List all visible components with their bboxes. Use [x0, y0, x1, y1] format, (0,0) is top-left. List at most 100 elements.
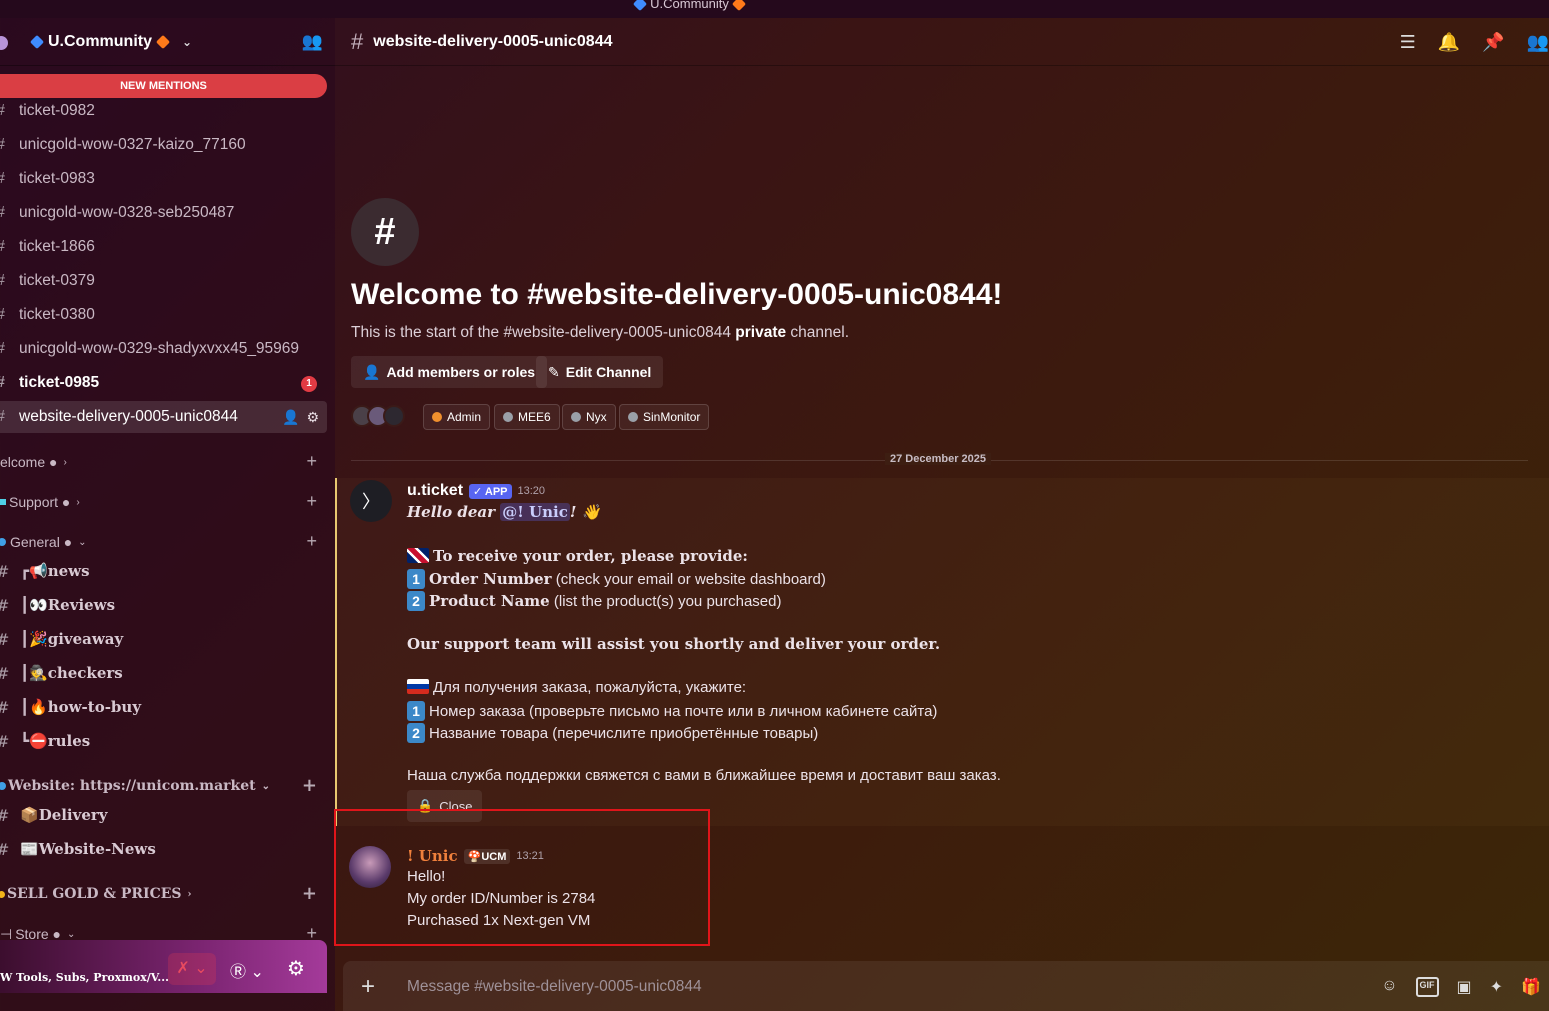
ticket-icon: 〉	[362, 492, 380, 512]
plus-icon[interactable]: +	[306, 451, 317, 472]
channel-label: ticket-1866	[19, 238, 95, 255]
role-chip-nyx[interactable]: Nyx	[562, 404, 616, 430]
category-label: elcome ●	[0, 454, 58, 470]
subtitle-text: This is the start of the #website-delive…	[351, 324, 736, 341]
emoji-icon[interactable]: ☺	[1381, 977, 1397, 997]
edit-channel-button[interactable]: ✎ Edit Channel	[536, 356, 664, 388]
sticker-icon[interactable]: ▣	[1457, 977, 1472, 997]
member-avatars[interactable]	[351, 405, 405, 427]
role-chip-admin[interactable]: Admin	[423, 404, 491, 430]
megaphone-icon: 📢	[29, 562, 48, 580]
gift-icon[interactable]: 🎁	[1521, 977, 1541, 997]
hash-icon: #	[0, 664, 9, 683]
avatar[interactable]: 〉	[350, 480, 392, 522]
thread-hash-icon: #	[0, 840, 9, 859]
add-members-button[interactable]: 👤 Add members or roles	[351, 356, 548, 388]
message-author[interactable]: u.ticket	[407, 482, 463, 500]
sidebar-channel[interactable]: # ticket-0380	[0, 299, 327, 331]
message-composer[interactable]: + Message #website-delivery-0005-unic084…	[343, 961, 1549, 1011]
party-icon: 🎉	[29, 630, 48, 648]
message-line: 1 Order Number (check your email or websi…	[407, 569, 826, 589]
window-title: U.Community	[650, 0, 729, 11]
channel-label: Delivery	[38, 806, 108, 824]
category-website[interactable]: Website: https://unicom.market ⌄ +	[0, 775, 327, 797]
plus-icon[interactable]: +	[302, 883, 317, 904]
chevron-right-icon: ›	[76, 496, 80, 508]
sidebar-channel[interactable]: # ticket-0983	[0, 163, 327, 195]
headphones-icon[interactable]: Ⓡ ⌄	[230, 958, 264, 982]
thread-hash-icon: #	[0, 306, 5, 324]
sidebar-channel-active[interactable]: # website-delivery-0005-unic0844 👤 ⚙	[0, 401, 327, 433]
no-entry-icon: ⛔	[29, 732, 48, 750]
greeting-text: Hello dear	[407, 503, 501, 521]
server-header[interactable]: U.Community ⌄ 👥	[0, 18, 335, 66]
sidebar-channel[interactable]: # ticket-1866	[0, 231, 327, 263]
message-text: (check your email or website dashboard)	[551, 571, 826, 588]
sidebar-channel[interactable]: # unicgold-wow-0328-seb250487	[0, 197, 327, 229]
sidebar-channel-rules[interactable]: #┗⛔rules	[0, 726, 327, 756]
channel-label: ticket-0380	[19, 306, 95, 323]
gif-icon[interactable]: GIF	[1415, 977, 1439, 997]
gear-icon[interactable]: ⚙	[306, 409, 319, 426]
bell-icon[interactable]: 🔔	[1438, 32, 1460, 53]
threads-icon[interactable]: ☰	[1400, 32, 1416, 53]
plus-icon[interactable]: +	[302, 775, 317, 796]
sidebar-channel-reviews[interactable]: #┃👀Reviews	[0, 590, 327, 620]
channel-label: Reviews	[47, 596, 116, 614]
category-label: General ●	[10, 534, 73, 550]
channel-label: unicgold-wow-0328-seb250487	[19, 204, 235, 221]
role-chip-sinmonitor[interactable]: SinMonitor	[619, 404, 710, 430]
category-general[interactable]: General ● ⌄ +	[0, 531, 327, 553]
sidebar-channel[interactable]: # ticket-0982	[0, 95, 327, 127]
sidebar-channel-news[interactable]: #┏📢news	[0, 556, 327, 586]
sidebar-channel[interactable]: # ticket-0379	[0, 265, 327, 297]
plus-icon[interactable]: +	[306, 491, 317, 512]
eyes-icon: 👀	[29, 596, 48, 614]
members-icon[interactable]: 👥	[1527, 32, 1549, 53]
chat-header: # website-delivery-0005-unic0844 ☰ 🔔 📌 👥	[335, 18, 1549, 66]
channel-label: unicgold-wow-0327-kaizo_77160	[19, 136, 246, 153]
thread-hash-icon: #	[0, 340, 5, 358]
package-icon: 📦	[20, 806, 39, 824]
role-chip-mee6[interactable]: MEE6	[494, 404, 560, 430]
chevron-down-icon: ⌄	[67, 928, 76, 940]
message-text: (list the product(s) you purchased)	[549, 593, 782, 610]
message-header: u.ticket ✓ APP 13:20	[407, 482, 545, 500]
hash-icon: #	[0, 630, 9, 649]
message-input[interactable]: Message #website-delivery-0005-unic0844	[407, 978, 702, 996]
newspaper-icon: 📰	[20, 840, 39, 858]
sidebar-channel[interactable]: # unicgold-wow-0329-shadyxvxx45_95969	[0, 333, 327, 365]
sidebar-channel-giveaway[interactable]: #┃🎉giveaway	[0, 624, 327, 654]
russia-flag-icon	[407, 679, 429, 694]
invite-icon[interactable]: 👤	[282, 409, 299, 426]
category-welcome[interactable]: elcome ● › +	[0, 451, 327, 473]
category-support[interactable]: Support ● › +	[0, 491, 327, 513]
pencil-icon: ✎	[548, 363, 560, 380]
sidebar-channel-delivery[interactable]: # 📦Delivery	[0, 800, 327, 830]
hash-icon: #	[0, 562, 9, 581]
pin-icon[interactable]: 📌	[1482, 32, 1504, 53]
gear-icon[interactable]: ⚙	[287, 956, 305, 981]
sidebar-channel-unread[interactable]: # ticket-0985 1	[0, 367, 327, 399]
category-sell-gold[interactable]: SELL GOLD & PRICES › +	[0, 883, 327, 905]
fire-icon: 🔥	[29, 698, 48, 716]
diamond-icon	[29, 34, 45, 49]
sidebar-channel-checkers[interactable]: #┃🕵checkers	[0, 658, 327, 688]
chevron-right-icon: ›	[63, 456, 67, 468]
sidebar-channel[interactable]: # unicgold-wow-0327-kaizo_77160	[0, 129, 327, 161]
channel-label: unicgold-wow-0329-shadyxvxx45_95969	[19, 340, 300, 357]
server-icon	[0, 36, 8, 50]
plus-icon[interactable]: +	[306, 531, 317, 552]
sidebar-channel-how-to-buy[interactable]: #┃🔥how-to-buy	[0, 692, 327, 722]
user-mention[interactable]: @! Unic	[500, 503, 570, 521]
subtitle-bold: private	[735, 324, 787, 341]
microphone-muted-icon[interactable]: ✗ ⌄	[168, 953, 216, 985]
message-line: To receive your order, please provide:	[407, 547, 748, 565]
apps-icon[interactable]: ✦	[1490, 977, 1503, 997]
private-channel-icon: #	[351, 198, 419, 266]
category-label: SELL GOLD & PRICES	[7, 886, 182, 902]
plus-icon[interactable]: +	[361, 973, 375, 1001]
invite-people-icon[interactable]: 👥	[302, 32, 323, 52]
channel-label: ticket-0983	[19, 170, 95, 187]
sidebar-channel-website-news[interactable]: # 📰Website-News	[0, 834, 327, 864]
